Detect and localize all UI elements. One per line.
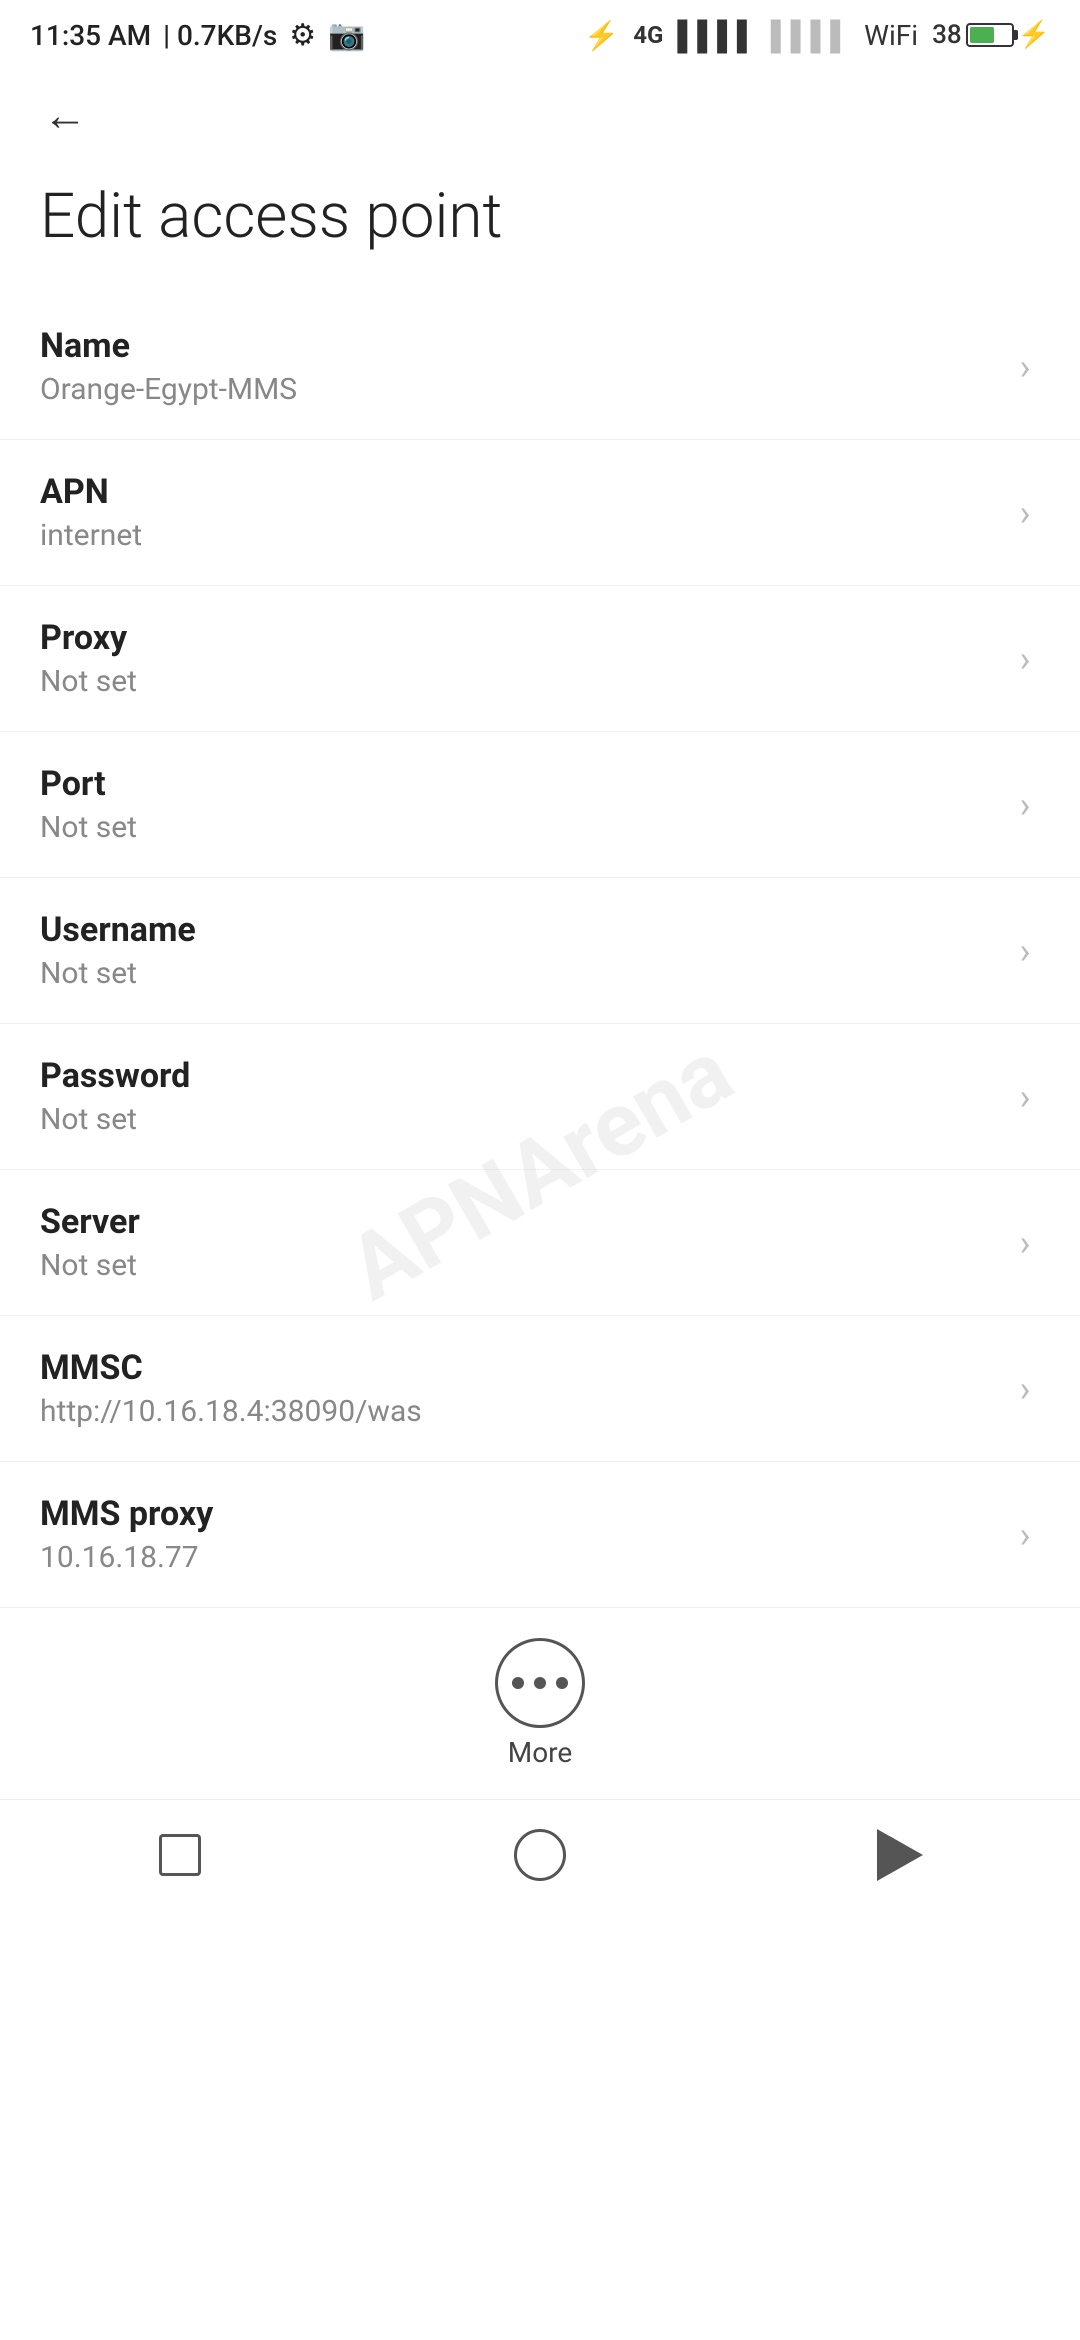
settings-item-mmsc[interactable]: MMSC http://10.16.18.4:38090/was › <box>0 1316 1080 1462</box>
wifi-icon: WiFi <box>864 19 918 52</box>
navigation-bar <box>0 1799 1080 1909</box>
chevron-right-icon: › <box>1010 1082 1040 1112</box>
page-title: Edit access point <box>40 180 1040 254</box>
signal-bars-icon: ▌▌▌▌ <box>677 19 756 52</box>
settings-item-port[interactable]: Port Not set › <box>0 732 1080 878</box>
settings-item-label: Port <box>40 764 1010 804</box>
settings-item-value: http://10.16.18.4:38090/was <box>40 1394 1010 1429</box>
video-icon: 📷 <box>328 18 365 53</box>
settings-item-label: MMS proxy <box>40 1494 1010 1534</box>
status-right: ⚡ 4G ▌▌▌▌ ▌▌▌▌ WiFi 38 ⚡ <box>584 19 1050 52</box>
settings-item-value: Not set <box>40 810 1010 845</box>
settings-item-name[interactable]: Name Orange-Egypt-MMS › <box>0 294 1080 440</box>
back-button[interactable]: ← <box>30 80 100 150</box>
page-title-section: Edit access point <box>0 160 1080 294</box>
settings-item-value: internet <box>40 518 1010 553</box>
bluetooth-icon: ⚡ <box>584 19 619 52</box>
back-arrow-icon: ← <box>43 89 87 141</box>
settings-list: Name Orange-Egypt-MMS › APN internet › P… <box>0 294 1080 1608</box>
top-nav: ← <box>0 70 1080 160</box>
chevron-right-icon: › <box>1010 1228 1040 1258</box>
chevron-right-icon: › <box>1010 498 1040 528</box>
settings-item-server[interactable]: Server Not set › <box>0 1170 1080 1316</box>
settings-item-value: Orange-Egypt-MMS <box>40 372 1010 407</box>
signal-bars2-icon: ▌▌▌▌ <box>771 19 850 52</box>
recents-button[interactable] <box>140 1815 220 1895</box>
settings-item-content: APN internet <box>40 472 1010 553</box>
chevron-right-icon: › <box>1010 936 1040 966</box>
more-label: More <box>508 1736 573 1769</box>
time-display: 11:35 AM <box>30 19 151 52</box>
settings-item-content: Username Not set <box>40 910 1010 991</box>
more-section: More <box>0 1608 1080 1789</box>
settings-item-content: Password Not set <box>40 1056 1010 1137</box>
settings-item-label: Server <box>40 1202 1010 1242</box>
settings-item-proxy[interactable]: Proxy Not set › <box>0 586 1080 732</box>
more-dots-icon <box>512 1677 568 1689</box>
settings-item-apn[interactable]: APN internet › <box>0 440 1080 586</box>
chevron-right-icon: › <box>1010 352 1040 382</box>
speed-display: | 0.7KB/s <box>163 19 277 52</box>
settings-item-value: Not set <box>40 956 1010 991</box>
recents-icon <box>159 1834 201 1876</box>
settings-item-label: MMSC <box>40 1348 1010 1388</box>
settings-item-content: MMSC http://10.16.18.4:38090/was <box>40 1348 1010 1429</box>
home-icon <box>514 1829 566 1881</box>
settings-item-label: Username <box>40 910 1010 950</box>
settings-item-label: Proxy <box>40 618 1010 658</box>
settings-item-value: Not set <box>40 664 1010 699</box>
settings-item-content: Name Orange-Egypt-MMS <box>40 326 1010 407</box>
settings-item-content: MMS proxy 10.16.18.77 <box>40 1494 1010 1575</box>
settings-item-content: Port Not set <box>40 764 1010 845</box>
settings-item-content: Proxy Not set <box>40 618 1010 699</box>
settings-item-mms-proxy[interactable]: MMS proxy 10.16.18.77 › <box>0 1462 1080 1608</box>
status-bar: 11:35 AM | 0.7KB/s ⚙ 📷 ⚡ 4G ▌▌▌▌ ▌▌▌▌ Wi… <box>0 0 1080 70</box>
chevron-right-icon: › <box>1010 644 1040 674</box>
home-button[interactable] <box>500 1815 580 1895</box>
back-nav-icon <box>877 1829 923 1881</box>
settings-item-label: Password <box>40 1056 1010 1096</box>
chevron-right-icon: › <box>1010 1520 1040 1550</box>
settings-item-label: Name <box>40 326 1010 366</box>
signal-4g-icon: 4G <box>633 21 663 49</box>
settings-icon: ⚙ <box>289 18 316 53</box>
settings-item-password[interactable]: Password Not set › <box>0 1024 1080 1170</box>
back-nav-button[interactable] <box>860 1815 940 1895</box>
settings-item-value: Not set <box>40 1248 1010 1283</box>
chevron-right-icon: › <box>1010 790 1040 820</box>
status-left: 11:35 AM | 0.7KB/s ⚙ 📷 <box>30 18 366 53</box>
battery-indicator: 38 ⚡ <box>932 20 1050 50</box>
settings-item-value: Not set <box>40 1102 1010 1137</box>
chevron-right-icon: › <box>1010 1374 1040 1404</box>
settings-item-username[interactable]: Username Not set › <box>0 878 1080 1024</box>
settings-item-label: APN <box>40 472 1010 512</box>
settings-item-content: Server Not set <box>40 1202 1010 1283</box>
more-button[interactable] <box>495 1638 585 1728</box>
settings-item-value: 10.16.18.77 <box>40 1540 1010 1575</box>
